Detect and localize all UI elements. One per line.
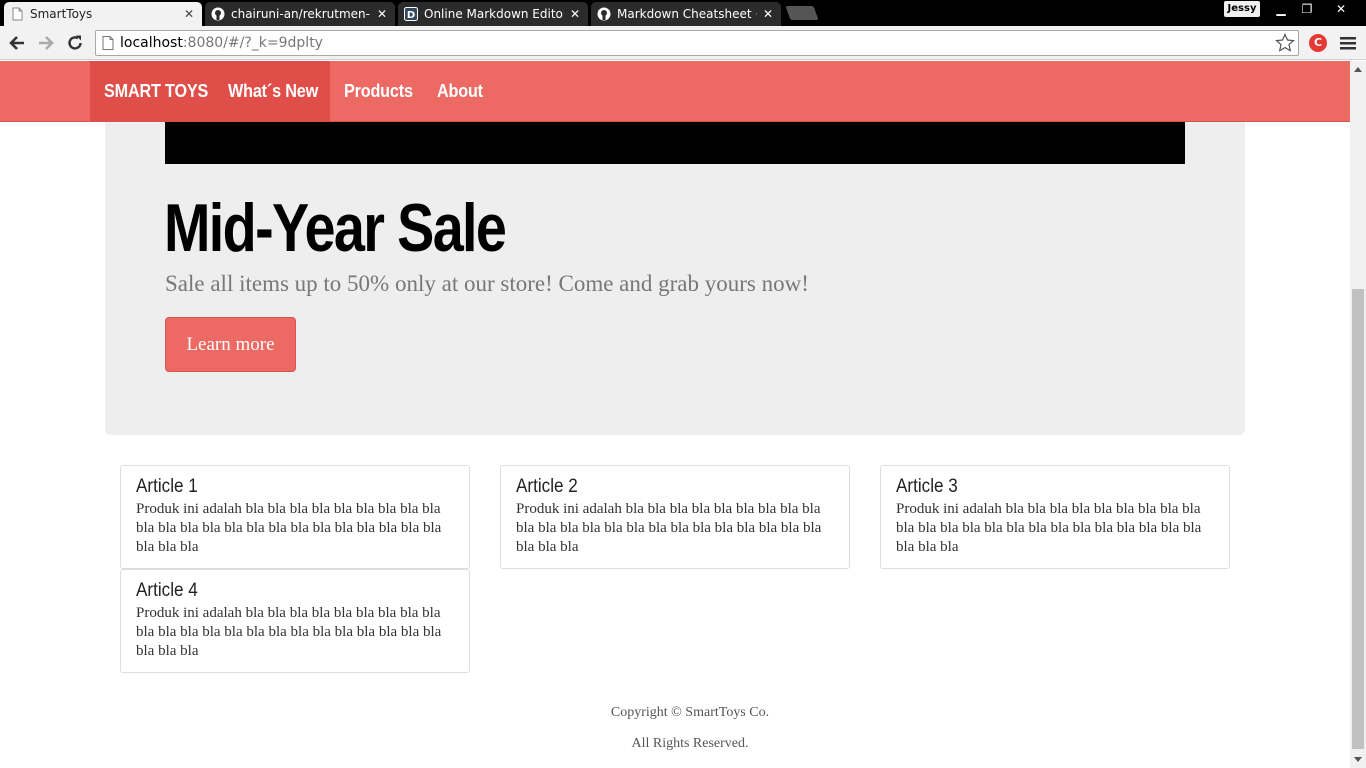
article-title: Article 1 xyxy=(136,476,198,497)
bookmark-star-icon[interactable] xyxy=(1275,33,1295,53)
hero-banner-image xyxy=(165,122,1185,164)
tab-title: chairuni-an/rekrutmen-lab xyxy=(231,7,371,21)
learn-more-button[interactable]: Learn more xyxy=(165,317,296,372)
tab-title: Markdown Cheatsheet · a xyxy=(617,7,757,21)
brand-link[interactable]: SMART TOYS xyxy=(104,61,208,122)
article-body: Produk ini adalah bla bla bla bla bla bl… xyxy=(516,501,822,555)
page-icon xyxy=(102,36,114,50)
profile-button[interactable]: Jessy xyxy=(1224,1,1260,17)
article-body: Produk ini adalah bla bla bla bla bla bl… xyxy=(896,501,1202,555)
extension-icon[interactable]: C xyxy=(1309,34,1327,52)
article-card[interactable]: Article 3 Produk ini adalah bla bla bla … xyxy=(880,465,1230,569)
article-card[interactable]: Article 4 Produk ini adalah bla bla bla … xyxy=(120,569,470,673)
article-card[interactable]: Article 2 Produk ini adalah bla bla bla … xyxy=(500,465,850,569)
article-title: Article 2 xyxy=(516,476,578,497)
page-icon xyxy=(10,7,24,21)
tab-title: SmartToys xyxy=(30,7,93,21)
footer-rights: All Rights Reserved. xyxy=(631,736,749,751)
tab-smarttoys[interactable]: SmartToys ✕ xyxy=(4,2,202,26)
forward-icon[interactable] xyxy=(34,31,58,55)
github-icon xyxy=(597,7,611,21)
minimize-icon[interactable]: ▁ xyxy=(1268,0,1294,18)
nav-item-whats-new[interactable]: What´s New xyxy=(228,61,318,122)
restore-icon[interactable]: ❐ xyxy=(1294,0,1320,18)
hero-title: Mid-Year Sale xyxy=(164,190,507,266)
article-title: Article 4 xyxy=(136,580,198,601)
nav-item-products[interactable]: Products xyxy=(344,61,413,122)
menu-icon[interactable] xyxy=(1340,35,1356,51)
new-tab-button[interactable] xyxy=(785,6,819,20)
article-body: Produk ini adalah bla bla bla bla bla bl… xyxy=(136,501,442,555)
reload-icon[interactable] xyxy=(63,31,87,55)
close-window-icon[interactable]: ✕ xyxy=(1328,0,1354,18)
close-icon[interactable]: ✕ xyxy=(182,7,196,21)
footer-copyright: Copyright © SmartToys Co. xyxy=(610,705,770,720)
svg-text:D: D xyxy=(407,10,415,21)
tab-markdown-cheatsheet[interactable]: Markdown Cheatsheet · a ✕ xyxy=(591,2,781,26)
address-bar[interactable]: localhost:8080/#/?_k=9dplty xyxy=(95,30,1299,56)
browser-toolbar: localhost:8080/#/?_k=9dplty C xyxy=(0,26,1366,60)
page-viewport: SMART TOYS What´s New Products About Mid… xyxy=(0,61,1350,768)
site-navbar: SMART TOYS What´s New Products About xyxy=(0,61,1350,122)
github-icon xyxy=(211,7,225,21)
url-host: localhost xyxy=(120,35,183,51)
close-icon[interactable]: ✕ xyxy=(568,7,582,21)
close-icon[interactable]: ✕ xyxy=(375,7,389,21)
back-icon[interactable] xyxy=(5,31,29,55)
scroll-down-arrow-icon[interactable] xyxy=(1354,757,1362,762)
article-body: Produk ini adalah bla bla bla bla bla bl… xyxy=(136,605,442,659)
dillinger-icon: D xyxy=(404,7,418,21)
url-path: :8080/#/?_k=9dplty xyxy=(182,35,323,51)
tab-markdown-editor[interactable]: D Online Markdown Editor - ✕ xyxy=(398,2,588,26)
tab-github-rekrutmen[interactable]: chairuni-an/rekrutmen-lab ✕ xyxy=(205,2,395,26)
scroll-up-arrow-icon[interactable] xyxy=(1354,67,1362,72)
tab-strip: SmartToys ✕ chairuni-an/rekrutmen-lab ✕ … xyxy=(0,0,1366,26)
tab-title: Online Markdown Editor - xyxy=(424,7,564,21)
page-scrollbar[interactable] xyxy=(1350,61,1366,768)
hero-subtitle: Sale all items up to 50% only at our sto… xyxy=(165,271,809,296)
article-card[interactable]: Article 1 Produk ini adalah bla bla bla … xyxy=(120,465,470,569)
scrollbar-thumb[interactable] xyxy=(1352,289,1364,749)
close-icon[interactable]: ✕ xyxy=(761,7,775,21)
nav-item-about[interactable]: About xyxy=(437,61,483,122)
article-title: Article 3 xyxy=(896,476,958,497)
